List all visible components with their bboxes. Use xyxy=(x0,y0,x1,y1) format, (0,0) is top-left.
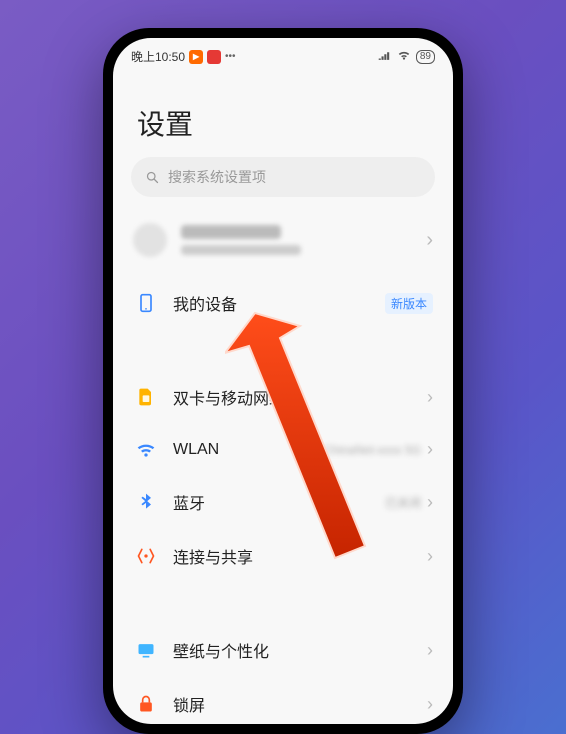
row-share[interactable]: 连接与共享 › xyxy=(113,529,453,583)
row-label: 蓝牙 xyxy=(173,490,385,514)
status-more-icon: ••• xyxy=(225,51,236,62)
row-label: WLAN xyxy=(173,441,324,459)
status-icon-app1: ▶ xyxy=(189,50,203,64)
row-label: 连接与共享 xyxy=(173,544,427,568)
search-placeholder: 搜索系统设置项 xyxy=(168,167,266,187)
status-bar: 晚上10:50 ▶ ••• 89 xyxy=(113,38,453,69)
lock-icon xyxy=(133,694,159,714)
account-row[interactable]: › xyxy=(113,213,453,276)
row-label: 锁屏 xyxy=(173,692,427,716)
screen: 晚上10:50 ▶ ••• 89 设置 搜索系统设置项 xyxy=(113,38,453,724)
status-time: 晚上10:50 xyxy=(131,48,185,65)
account-text xyxy=(181,225,426,255)
new-version-badge: 新版本 xyxy=(385,293,433,314)
device-icon xyxy=(133,293,159,313)
signal-icon xyxy=(378,49,392,64)
avatar xyxy=(133,223,167,257)
row-label: 壁纸与个性化 xyxy=(173,638,427,662)
row-bluetooth[interactable]: 蓝牙 已关闭 › xyxy=(113,475,453,529)
row-my-device[interactable]: 我的设备 新版本 xyxy=(113,276,453,330)
page-title: 设置 xyxy=(137,103,429,143)
chevron-right-icon: › xyxy=(427,546,433,567)
sim-icon xyxy=(133,387,159,407)
account-sub-blurred xyxy=(181,245,301,255)
phone-frame: 晚上10:50 ▶ ••• 89 设置 搜索系统设置项 xyxy=(103,28,463,734)
wallpaper-icon xyxy=(133,640,159,660)
row-label: 我的设备 xyxy=(173,291,385,315)
row-lock[interactable]: 锁屏 › xyxy=(113,677,453,724)
wlan-value-blurred: ChinaNet-xxxx 5G xyxy=(324,443,421,457)
bluetooth-value-blurred: 已关闭 xyxy=(385,494,421,511)
chevron-right-icon: › xyxy=(427,640,433,661)
chevron-right-icon: › xyxy=(427,439,433,460)
row-wallpaper[interactable]: 壁纸与个性化 › xyxy=(113,623,453,677)
row-label: 双卡与移动网络 xyxy=(173,385,427,409)
chevron-right-icon: › xyxy=(427,387,433,408)
search-icon xyxy=(145,170,160,185)
wifi-status-icon xyxy=(397,49,411,64)
status-icon-app2 xyxy=(207,50,221,64)
search-input[interactable]: 搜索系统设置项 xyxy=(131,157,435,197)
row-sim[interactable]: 双卡与移动网络 › xyxy=(113,370,453,424)
chevron-right-icon: › xyxy=(426,229,433,252)
row-wlan[interactable]: WLAN ChinaNet-xxxx 5G › xyxy=(113,424,453,475)
account-name-blurred xyxy=(181,225,281,239)
chevron-right-icon: › xyxy=(427,492,433,513)
chevron-right-icon: › xyxy=(427,694,433,715)
share-icon xyxy=(133,546,159,566)
page-header: 设置 xyxy=(113,69,453,157)
bluetooth-icon xyxy=(133,492,159,512)
wifi-icon xyxy=(133,440,159,460)
battery-level: 89 xyxy=(416,50,435,64)
